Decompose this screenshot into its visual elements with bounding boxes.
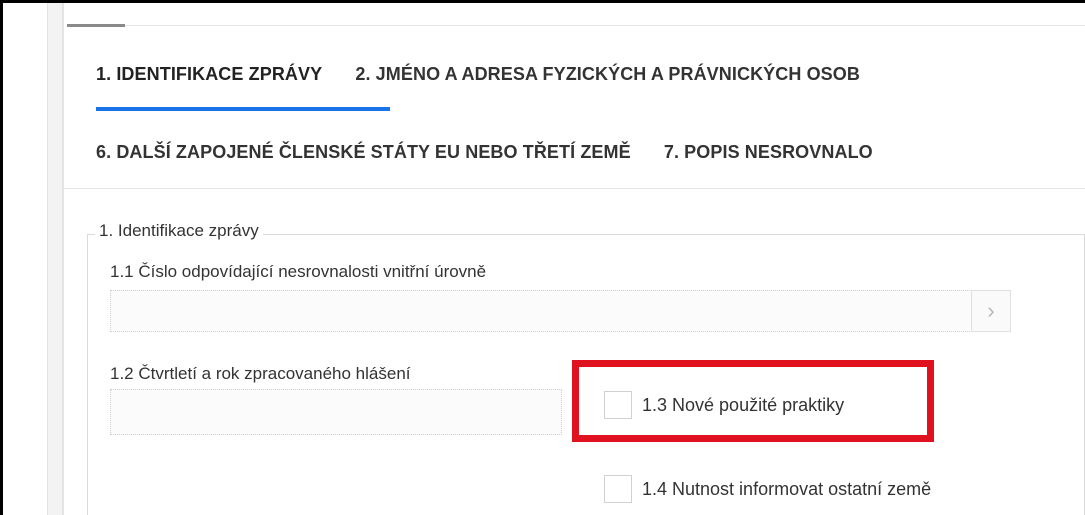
- active-tab-indicator: [96, 107, 390, 111]
- left-gutter: [3, 3, 47, 515]
- tab-row-1: 1. IDENTIFIKACE ZPRÁVY 2. JMÉNO A ADRESA…: [96, 64, 888, 94]
- tab-identifikace-zpravy[interactable]: 1. IDENTIFIKACE ZPRÁVY: [96, 64, 322, 85]
- tab-row-2: 6. DALŠÍ ZAPOJENÉ ČLENSKÉ STÁTY EU NEBO …: [96, 142, 901, 172]
- panel-top-dash: [67, 24, 125, 27]
- field-1-1-label: 1.1 Číslo odpovídající nesrovnalosti vni…: [110, 262, 487, 281]
- fieldset-legend: 1. Identifikace zprávy: [95, 221, 263, 241]
- field-1-3-label: 1.3 Nové použité praktiky: [642, 395, 845, 415]
- panel-top-line: [125, 25, 1085, 26]
- left-rail: [47, 3, 63, 515]
- chevron-right-icon[interactable]: ›: [971, 290, 1011, 332]
- field-1-2-label: 1.2 Čtvrtletí a rok zpracovaného hlášení: [110, 364, 411, 383]
- field-1-4-checkbox[interactable]: [604, 475, 632, 503]
- field-1-4-label: 1.4 Nutnost informovat ostatní země: [642, 479, 932, 499]
- tab-popis-nesrovnalosti[interactable]: 7. POPIS NESROVNALO: [664, 142, 873, 163]
- field-1-2-input[interactable]: [110, 389, 562, 435]
- tab-dalsi-zapojene-staty[interactable]: 6. DALŠÍ ZAPOJENÉ ČLENSKÉ STÁTY EU NEBO …: [96, 142, 631, 163]
- tab-jmeno-a-adresa[interactable]: 2. JMÉNO A ADRESA FYZICKÝCH A PRÁVNICKÝC…: [355, 64, 860, 85]
- field-1-3-checkbox[interactable]: [604, 391, 632, 419]
- field-1-1-input[interactable]: [110, 290, 972, 332]
- tabs-separator: [63, 188, 1085, 189]
